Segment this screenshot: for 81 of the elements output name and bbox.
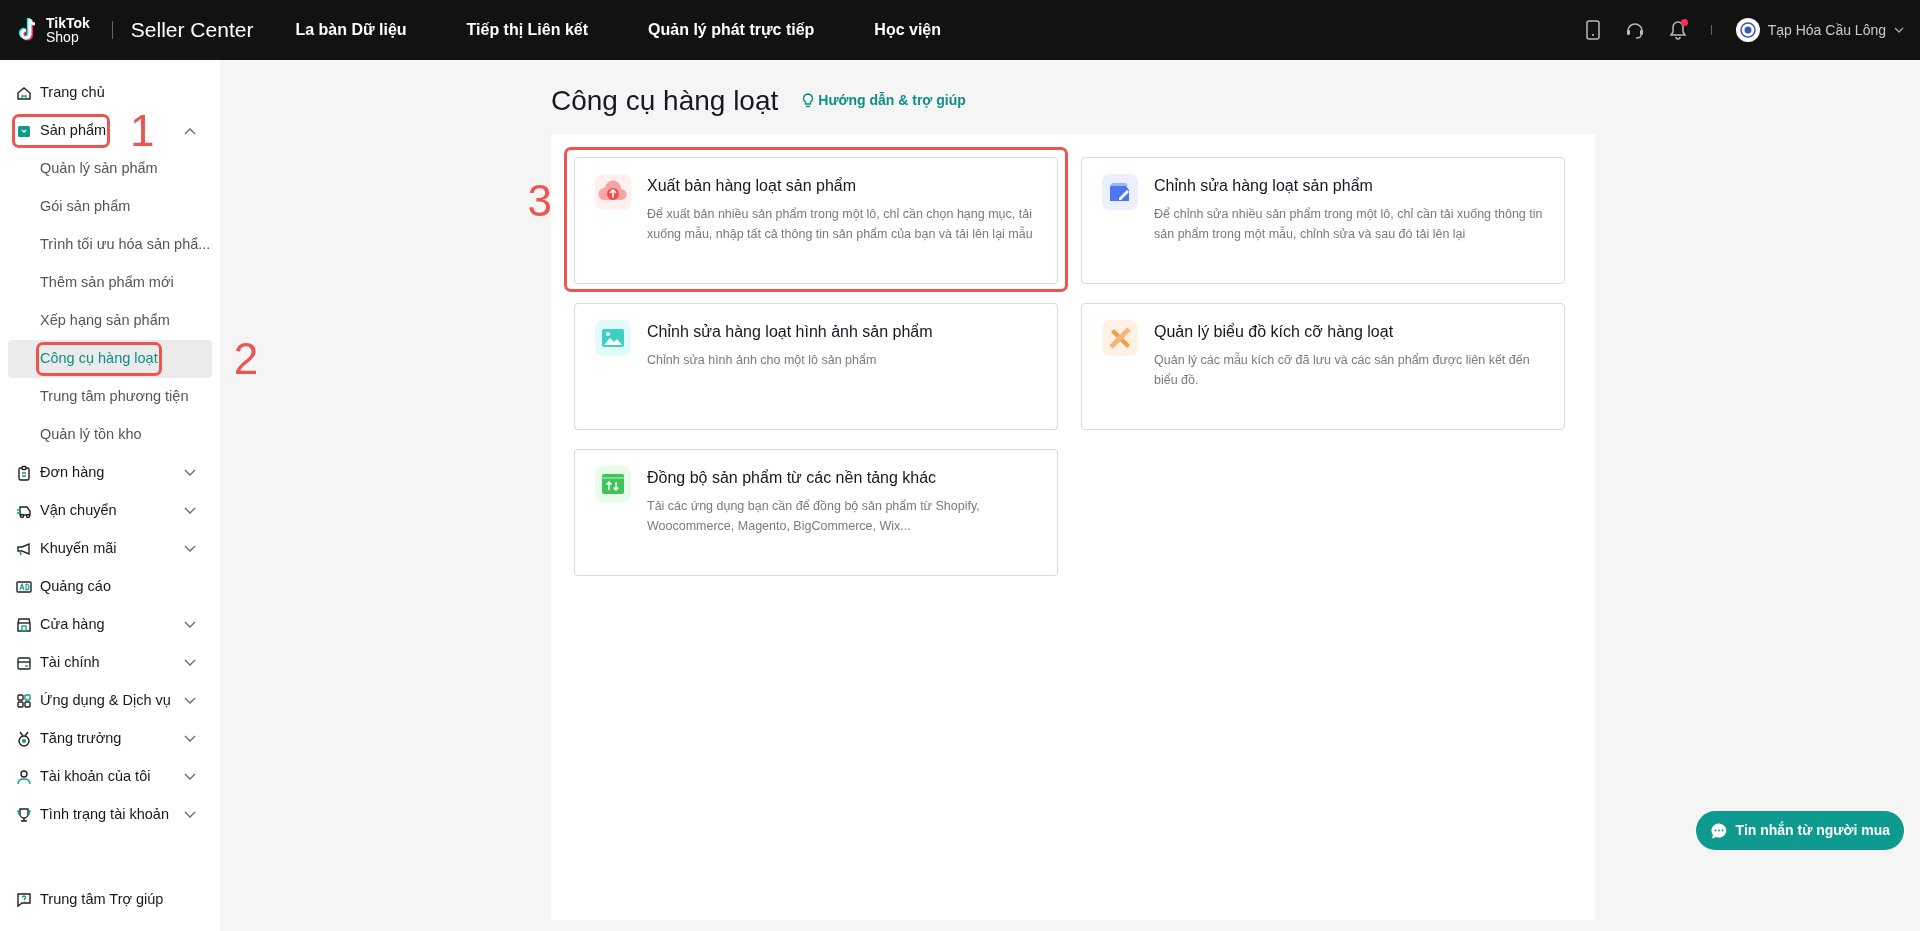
tool-title: Chỉnh sửa hàng loạt sản phẩm <box>1154 175 1374 196</box>
tool-title: Chỉnh sửa hàng loạt hình ảnh sản phẩm <box>647 321 933 342</box>
menu-group[interactable]: Ứng dụng & Dịch vụ <box>40 690 171 712</box>
submenu-item[interactable]: Trung tâm phương tiện <box>8 378 212 416</box>
avatar-icon <box>1735 18 1760 42</box>
caret-icon[interactable] <box>1894 27 1904 33</box>
help-center-link[interactable]: Trung tâm Trợ giúp <box>40 889 164 911</box>
menu-group[interactable]: Khuyến mãi <box>40 538 117 560</box>
bag-icon <box>16 123 32 139</box>
page-title: Công cụ hàng loạt <box>551 84 779 118</box>
menu-group[interactable]: Tài khoản của tôi <box>40 766 151 788</box>
store-icon <box>16 617 32 633</box>
chevron-down-icon[interactable] <box>184 621 196 629</box>
tool-card[interactable]: Quản lý biểu đồ kích cỡ hàng loạt Quản lý các mẫu kích cỡ đã lưu và các sản phẩm được liên kết đến biểu đồ. <box>1081 302 1565 430</box>
account-name[interactable]: Tạp Hóa Cầu Lông <box>1767 19 1886 41</box>
bell-icon[interactable] <box>1668 20 1687 40</box>
menu-group[interactable]: Tăng trưởng <box>40 728 122 750</box>
menu-group[interactable]: Sản phẩm <box>40 120 107 142</box>
trophy-icon <box>16 807 32 823</box>
tool-card[interactable]: Xuất bản hàng loạt sản phẩm Để xuất bản nhiều sản phẩm trong một lô, chỉ cần chọn hạng mục, tải xuống mẫu, nhập tất cả thông tin sản phẩm của bạn và tải lên lại mẫu <box>574 156 1058 284</box>
tool-description: Chỉnh sửa hình ảnh cho một lô sản phẩm <box>647 351 878 369</box>
tool-description: Để xuất bản nhiều sản phẩm trong một lô, chỉ cần chọn hạng mục, tải xuống mẫu, nhập tất cả thông tin sản phẩm của bạn và tải lên lại mẫu <box>647 205 1034 243</box>
callout-number: 2 <box>233 337 259 381</box>
cloud-upload-icon <box>595 173 631 210</box>
menu-group[interactable]: Đơn hàng <box>40 462 105 484</box>
image-icon <box>595 319 631 356</box>
tool-title: Quản lý biểu đồ kích cỡ hàng loạt <box>1154 321 1395 342</box>
menu-group[interactable]: Vận chuyển <box>40 500 117 522</box>
chat-bubble-icon <box>1709 821 1728 840</box>
menu-item[interactable]: Quảng cáo <box>40 576 111 598</box>
nav-link[interactable]: Tiếp thị Liên kết <box>466 18 589 42</box>
chevron-down-icon[interactable] <box>184 697 196 705</box>
grid-icon <box>16 693 32 709</box>
menu-group[interactable]: Tình trạng tài khoản <box>40 804 169 826</box>
help-link[interactable]: Hướng dẫn & trợ giúp <box>802 90 966 112</box>
submenu-item[interactable]: Trình tối ưu hóa sản phẩ... <box>8 226 212 264</box>
help-chat-icon <box>16 892 32 908</box>
nav-link[interactable]: Quản lý phát trực tiếp <box>648 18 815 42</box>
tool-description: Tải các ứng dụng bạn cần để đồng bộ sản phẩm từ Shopify, Woocommerce, Magento, BigCommerce, Wix... <box>647 497 981 535</box>
menu-group[interactable]: Tài chính <box>40 652 100 674</box>
submenu-item[interactable]: Quản lý sản phẩm <box>8 150 212 188</box>
chevron-down-icon[interactable] <box>184 811 196 819</box>
tool-description: Để chỉnh sửa nhiều sản phẩm trong một lô, chỉ cần tải xuống thông tin sản phẩm trong một mẫu, chỉnh sửa và sau đó tải lên lại <box>1154 205 1544 243</box>
nav-link[interactable]: Học viện <box>874 18 941 42</box>
chevron-down-icon[interactable] <box>184 735 196 743</box>
lightbulb-icon <box>802 93 815 109</box>
tool-title: Xuất bản hàng loạt sản phẩm <box>647 175 858 196</box>
megaphone-icon <box>16 541 32 557</box>
nav-link[interactable]: La bàn Dữ liệu <box>295 18 407 42</box>
chevron-down-icon[interactable] <box>184 659 196 667</box>
menu-group[interactable]: Cửa hàng <box>40 614 105 636</box>
product-name: Seller Center <box>130 17 254 44</box>
chevron-down-icon[interactable] <box>184 469 196 477</box>
menu-item[interactable]: Trang chủ <box>40 82 105 104</box>
phone-icon[interactable] <box>1584 20 1601 40</box>
submenu-item[interactable]: Thêm sản phẩm mới <box>8 264 212 302</box>
chevron-down-icon[interactable] <box>184 507 196 515</box>
submenu-item[interactable]: Gói sản phẩm <box>8 188 212 226</box>
headset-icon[interactable] <box>1624 20 1645 40</box>
truck-icon <box>16 503 32 519</box>
chevron-down-icon[interactable] <box>184 545 196 553</box>
tool-title: Đồng bộ sản phẩm từ các nền tảng khác <box>647 467 938 488</box>
submenu-item[interactable]: Quản lý tồn kho <box>8 416 212 454</box>
tool-card[interactable]: Đồng bộ sản phẩm từ các nền tảng khác Tải các ứng dụng bạn cần để đồng bộ sản phẩm từ Shopify, Woocommerce, Magento, BigCommerce, Wix... <box>574 448 1058 576</box>
sync-window-icon <box>595 465 631 502</box>
chevron-down-icon[interactable] <box>184 773 196 781</box>
edit-box-icon <box>1102 173 1138 210</box>
callout-number: 3 <box>527 178 552 223</box>
callout-number: 1 <box>130 109 155 153</box>
tool-card[interactable]: Chỉnh sửa hàng loạt hình ảnh sản phẩm Chỉnh sửa hình ảnh cho một lô sản phẩm <box>574 302 1058 430</box>
logo-text: TikTok Shop <box>46 16 90 44</box>
chevron-up-icon[interactable] <box>184 127 196 135</box>
clipboard-icon <box>16 465 32 481</box>
tool-card[interactable]: Chỉnh sửa hàng loạt sản phẩm Để chỉnh sửa nhiều sản phẩm trong một lô, chỉ cần tải xuống thông tin sản phẩm trong một mẫu, chỉnh sửa và sau đó tải lên lại <box>1081 156 1565 284</box>
medal-icon <box>16 731 32 747</box>
submenu-item[interactable]: Xếp hạng sản phẩm <box>8 302 212 340</box>
home-icon <box>16 85 32 101</box>
tool-description: Quản lý các mẫu kích cỡ đã lưu và các sản phẩm được liên kết đến biểu đồ. <box>1154 351 1531 389</box>
ad-icon <box>16 579 32 595</box>
wallet-icon <box>16 655 32 671</box>
person-icon <box>16 769 32 785</box>
